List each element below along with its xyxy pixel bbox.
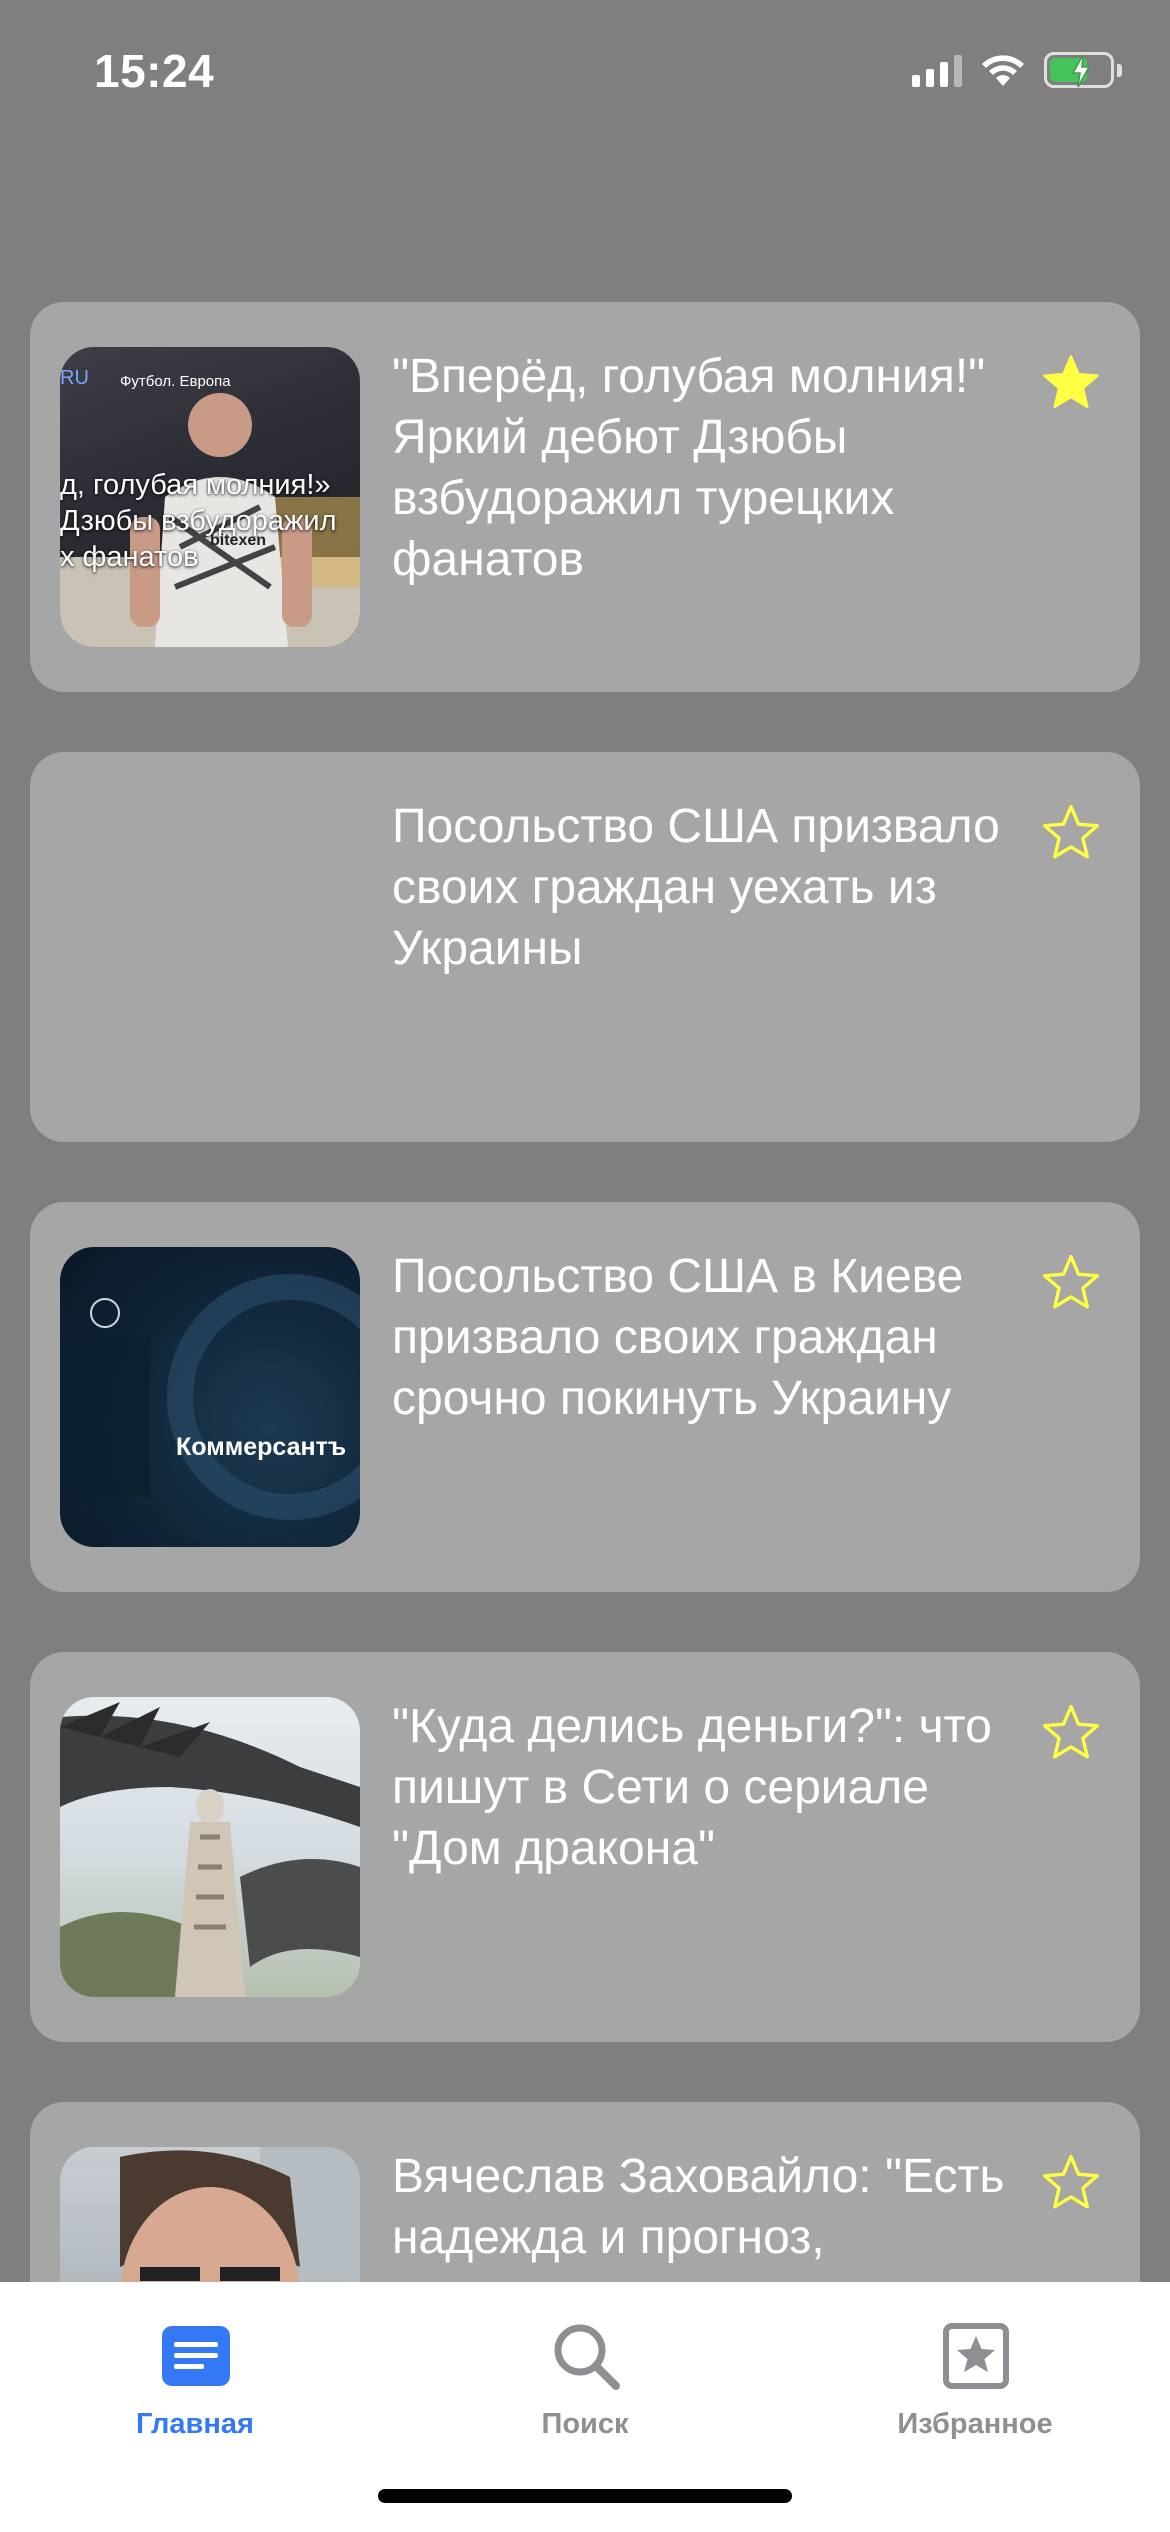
star-filled-icon[interactable] <box>1040 352 1102 414</box>
news-card[interactable]: Футбол. Европа RU bitexen д, голубая мол… <box>30 302 1140 692</box>
news-title: Вячеслав Заховайло: "Есть надежда и прог… <box>392 2150 1005 2264</box>
news-card[interactable]: Коммерсантъ Посольство США в Киеве призв… <box>30 1202 1140 1592</box>
news-title: Посольство США призвало своих граждан уе… <box>392 800 1000 975</box>
star-outline-icon[interactable] <box>1040 1252 1102 1314</box>
tab-label: Главная <box>136 2408 254 2440</box>
star-outline-icon[interactable] <box>1040 1702 1102 1764</box>
status-bar: 15:24 <box>0 0 1170 150</box>
star-outline-icon[interactable] <box>1040 2152 1102 2214</box>
tab-label: Поиск <box>541 2408 629 2440</box>
news-title: Посольство США в Киеве призвало своих гр… <box>392 1250 964 1425</box>
news-card[interactable]: Вячеслав Заховайло: "Есть надежда и прог… <box>30 2102 1140 2282</box>
dragon-scene-photo <box>60 1702 360 1997</box>
tab-label: Избранное <box>897 2408 1053 2440</box>
cellular-signal-icon <box>912 53 962 87</box>
battery-charging-icon <box>1044 52 1114 88</box>
tab-home[interactable]: Главная <box>0 2300 390 2440</box>
thumb-prefix: RU <box>60 367 89 389</box>
news-card[interactable]: "Куда делись деньги?": что пишут в Сети … <box>30 1652 1140 2042</box>
news-title: "Куда делись деньги?": что пишут в Сети … <box>392 1700 992 1875</box>
status-icons <box>912 52 1122 88</box>
wifi-icon <box>982 55 1024 86</box>
tab-search[interactable]: Поиск <box>390 2300 780 2440</box>
news-thumbnail: Футбол. Европа RU bitexen д, голубая мол… <box>60 347 360 647</box>
thumb-tag: Футбол. Европа <box>120 373 231 390</box>
status-time: 15:24 <box>94 45 215 97</box>
news-thumbnail: Коммерсантъ <box>60 1247 360 1547</box>
star-square-icon <box>943 2323 1009 2389</box>
news-thumbnail <box>60 2147 360 2282</box>
tab-favorites[interactable]: Избранное <box>780 2300 1170 2440</box>
news-feed[interactable]: Футбол. Европа RU bitexen д, голубая мол… <box>0 302 1170 2282</box>
portrait-photo <box>120 2147 360 2282</box>
newspaper-logo-graphic <box>60 1274 360 1520</box>
home-indicator <box>378 2489 792 2503</box>
brand-logo-text: Коммерсантъ <box>176 1433 347 1461</box>
search-icon <box>554 2324 620 2390</box>
newspaper-icon <box>162 2326 230 2386</box>
news-thumbnail <box>60 1697 360 1997</box>
news-card[interactable]: Посольство США призвало своих граждан уе… <box>30 752 1140 1142</box>
thumb-caption: д, голубая молния!» Дзюбы взбудоражил х … <box>60 469 337 573</box>
star-outline-icon[interactable] <box>1040 802 1102 864</box>
news-title: "Вперёд, голубая молния!" Яркий дебют Дз… <box>392 350 986 586</box>
